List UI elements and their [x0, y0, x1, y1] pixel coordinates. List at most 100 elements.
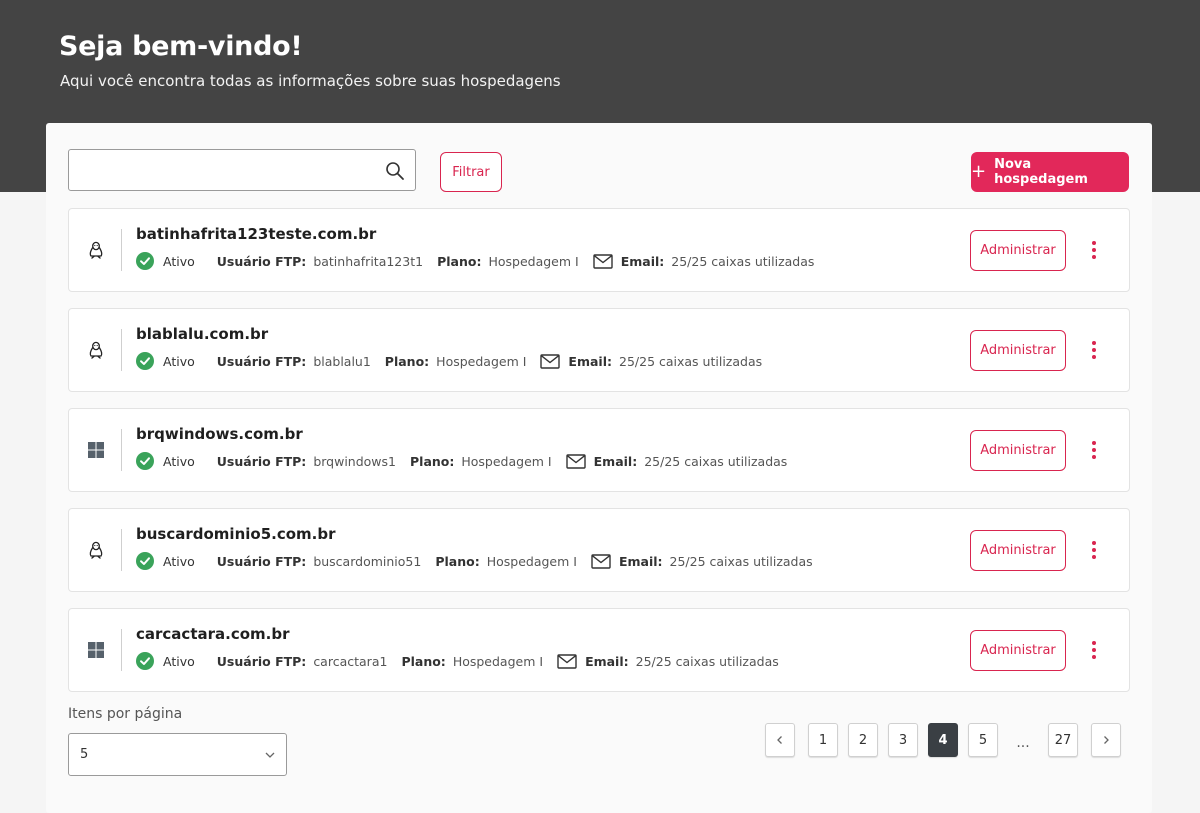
more-options-icon[interactable]	[1088, 540, 1100, 560]
check-circle-icon	[136, 552, 154, 570]
ftp-user-label: Usuário FTP:	[216, 653, 307, 669]
plan-label: Plano:	[401, 653, 446, 669]
administer-button[interactable]: Administrar	[970, 230, 1066, 271]
windows-icon	[87, 641, 105, 659]
plan-label: Plano:	[384, 353, 430, 369]
administer-button[interactable]: Administrar	[970, 530, 1066, 571]
hosting-domain[interactable]: brqwindows.com.br	[136, 425, 303, 443]
hosting-card: blablalu.com.br Ativo Usuário FTP: blablalu…	[68, 308, 1130, 392]
search-box[interactable]	[68, 149, 416, 191]
status-text: Ativo	[163, 553, 195, 569]
page-button[interactable]: 3	[888, 723, 918, 757]
email-label: Email:	[568, 353, 612, 369]
hosting-card: buscardominio5.com.br Ativo Usuário FTP: bu…	[68, 508, 1130, 592]
ftp-user-label: Usuário FTP:	[216, 453, 307, 469]
more-options-icon[interactable]	[1088, 240, 1100, 260]
mail-icon	[540, 353, 561, 369]
divider	[121, 329, 122, 371]
mail-icon	[565, 453, 586, 469]
hosting-card: batinhafrita123teste.com.br Ativo Usuário …	[68, 208, 1130, 292]
email-label: Email:	[585, 653, 629, 669]
hosting-details: Ativo Usuário FTP: carcactara1 Plano: Hosped…	[136, 652, 793, 670]
items-per-page-select[interactable]: 5	[68, 733, 287, 776]
search-icon[interactable]	[385, 161, 405, 181]
status-text: Ativo	[163, 253, 195, 269]
page-subtitle: Aqui você encontra todas as informações …	[60, 72, 561, 90]
chevron-right-icon[interactable]	[1091, 723, 1121, 757]
plan-value: Hospedagem I	[461, 453, 552, 469]
mail-icon	[593, 253, 613, 269]
windows-icon	[87, 441, 105, 459]
email-usage-value: 25/25 caixas utilizadas	[635, 653, 779, 669]
hosting-domain[interactable]: carcactara.com.br	[136, 625, 290, 643]
administer-button[interactable]: Administrar	[970, 330, 1066, 371]
search-input[interactable]	[77, 158, 381, 184]
check-circle-icon	[136, 252, 154, 270]
mail-icon	[557, 653, 577, 669]
plan-label: Plano:	[410, 453, 455, 469]
hosting-card: brqwindows.com.br Ativo Usuário FTP: brqwin…	[68, 408, 1130, 492]
page-button[interactable]: 1	[808, 723, 838, 757]
check-circle-icon	[136, 652, 154, 670]
more-options-icon[interactable]	[1088, 340, 1100, 360]
administer-button-label: Administrar	[980, 443, 1056, 458]
chevron-down-icon	[265, 752, 275, 758]
hosting-list: batinhafrita123teste.com.br Ativo Usuário …	[68, 208, 1130, 708]
plan-value: Hospedagem I	[436, 353, 527, 369]
divider	[121, 229, 122, 271]
more-options-icon[interactable]	[1088, 440, 1100, 460]
page-button[interactable]: 27	[1048, 723, 1078, 757]
administer-button-label: Administrar	[980, 543, 1056, 558]
hosting-details: Ativo Usuário FTP: blablalu1 Plano: Hospedag…	[136, 352, 776, 370]
hosting-details: Ativo Usuário FTP: batinhafrita123t1 Plano:…	[136, 252, 828, 270]
hosting-domain[interactable]: batinhafrita123teste.com.br	[136, 225, 376, 243]
administer-button-label: Administrar	[980, 243, 1056, 258]
administer-button-label: Administrar	[980, 343, 1056, 358]
hosting-domain[interactable]: blablalu.com.br	[136, 325, 268, 343]
email-label: Email:	[618, 553, 663, 569]
email-usage-value: 25/25 caixas utilizadas	[619, 353, 763, 369]
mail-icon	[591, 553, 611, 569]
page-title: Seja bem-vindo!	[59, 31, 303, 62]
linux-icon	[87, 341, 105, 359]
page-button[interactable]: 5	[968, 723, 998, 757]
email-label: Email:	[620, 253, 665, 269]
email-usage-value: 25/25 caixas utilizadas	[669, 553, 813, 569]
email-usage-value: 25/25 caixas utilizadas	[671, 253, 815, 269]
plus-icon: +	[971, 161, 987, 182]
linux-icon	[87, 241, 105, 259]
more-options-icon[interactable]	[1088, 640, 1100, 660]
administer-button[interactable]: Administrar	[970, 430, 1066, 471]
filter-button-label: Filtrar	[452, 164, 490, 180]
ftp-user-label: Usuário FTP:	[216, 353, 307, 369]
plan-label: Plano:	[437, 253, 482, 269]
email-usage-value: 25/25 caixas utilizadas	[644, 453, 788, 469]
administer-button[interactable]: Administrar	[970, 630, 1066, 671]
plan-value: Hospedagem I	[452, 653, 544, 669]
items-per-page-label: Itens por página	[68, 706, 183, 722]
hosting-domain[interactable]: buscardominio5.com.br	[136, 525, 336, 543]
hosting-details: Ativo Usuário FTP: buscardominio51 Plano: Ho…	[136, 552, 827, 570]
plan-label: Plano:	[435, 553, 480, 569]
check-circle-icon	[136, 452, 154, 470]
status-text: Ativo	[163, 653, 195, 669]
plan-value: Hospedagem I	[488, 253, 579, 269]
check-circle-icon	[136, 352, 154, 370]
chevron-left-icon[interactable]	[765, 723, 795, 757]
page-button-current[interactable]: 4	[928, 723, 958, 757]
new-hosting-button-label: Nova hospedagem	[994, 157, 1088, 187]
status-text: Ativo	[163, 353, 195, 369]
status-text: Ativo	[163, 453, 195, 469]
ftp-user-label: Usuário FTP:	[216, 553, 307, 569]
page-button[interactable]: 2	[848, 723, 878, 757]
items-per-page-value: 5	[80, 747, 89, 762]
divider	[121, 629, 122, 671]
ftp-user-value: brqwindows1	[313, 453, 396, 469]
new-hosting-button[interactable]: + Nova hospedagem	[971, 152, 1129, 192]
ftp-user-value: batinhafrita123t1	[313, 253, 424, 269]
filter-button[interactable]: Filtrar	[440, 152, 502, 192]
plan-value: Hospedagem I	[486, 553, 577, 569]
pagination-ellipsis: ...	[1016, 735, 1030, 751]
ftp-user-label: Usuário FTP:	[216, 253, 307, 269]
ftp-user-value: buscardominio51	[313, 553, 422, 569]
